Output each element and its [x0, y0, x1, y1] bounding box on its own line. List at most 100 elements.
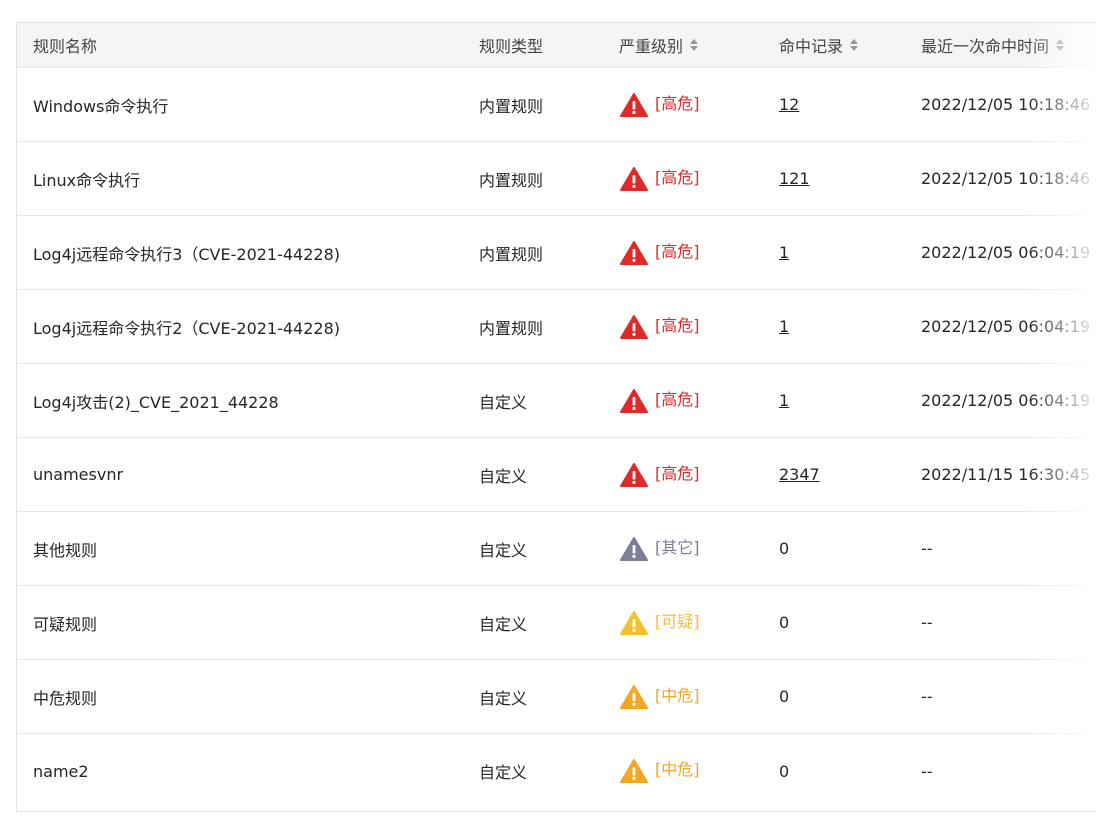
header-rule-type: 规则类型 [479, 23, 543, 67]
severity-label: [高危] [655, 93, 700, 113]
rule-name: 可疑规则 [33, 614, 98, 634]
rule-type: 内置规则 [479, 96, 544, 116]
rule-type-cell: 内置规则 [479, 290, 543, 363]
rule-type-cell: 内置规则 [479, 68, 543, 141]
table-row: Log4j攻击(2)_CVE_2021_44228 自定义 [高危] 1 2022/12… [17, 364, 1096, 438]
severity-cell: [高危] [619, 68, 700, 141]
severity-label: [高危] [655, 167, 700, 187]
header-last-hit[interactable]: 最近一次命中时间 [921, 23, 1065, 67]
last-hit-time: 2022/12/05 06:04:19 [921, 243, 1091, 262]
severity-cell: [高危] [619, 142, 700, 215]
last-hit-cell: -- [921, 734, 933, 808]
last-hit-time: 2022/12/05 06:04:19 [921, 317, 1091, 336]
warning-triangle-icon [619, 684, 649, 710]
severity-label: [中危] [655, 760, 700, 779]
rule-type: 内置规则 [479, 170, 544, 190]
hits-cell: 1 [779, 290, 789, 363]
header-rule-type-label: 规则类型 [479, 37, 544, 56]
rule-name: Log4j远程命令执行2（CVE-2021-44228) [33, 318, 341, 338]
rule-name: Log4j远程命令执行3（CVE-2021-44228) [33, 244, 341, 264]
rule-name-cell: Windows命令执行 [33, 68, 168, 141]
severity-label: [中危] [655, 685, 700, 705]
last-hit-time: 2022/12/05 10:18:46 [921, 95, 1091, 114]
rule-type-cell: 内置规则 [479, 216, 543, 289]
table-row: 其他规则 自定义 [其它] 0 -- [17, 512, 1096, 586]
rule-name-cell: name2 [33, 734, 89, 808]
hits-link[interactable]: 1 [779, 391, 789, 410]
sort-icon[interactable] [1056, 39, 1065, 51]
hits-count: 0 [779, 613, 790, 632]
rule-name: 其他规则 [33, 540, 98, 560]
rule-type: 自定义 [479, 540, 528, 560]
hits-link[interactable]: 1 [779, 243, 789, 262]
last-hit-cell: 2022/11/15 16:30:45 [921, 438, 1090, 511]
warning-triangle-icon [619, 92, 649, 118]
warning-triangle-icon [619, 240, 649, 266]
warning-triangle-icon [619, 758, 649, 784]
sort-icon[interactable] [690, 39, 699, 51]
warning-triangle-icon [619, 610, 649, 636]
last-hit-time: -- [921, 539, 933, 558]
sort-icon[interactable] [850, 39, 859, 51]
severity-cell: [高危] [619, 216, 700, 289]
rule-type-cell: 自定义 [479, 364, 527, 437]
header-severity[interactable]: 严重级别 [619, 23, 699, 67]
hits-cell: 0 [779, 734, 789, 808]
severity-cell: [高危] [619, 290, 700, 363]
hits-cell: 2347 [779, 438, 820, 511]
rule-type-cell: 自定义 [479, 438, 527, 511]
rule-type: 内置规则 [479, 244, 544, 264]
last-hit-cell: 2022/12/05 10:18:46 [921, 68, 1090, 141]
rule-name-cell: unamesvnr [33, 438, 123, 511]
last-hit-cell: -- [921, 660, 933, 733]
rule-name-cell: 中危规则 [33, 660, 97, 733]
hits-link[interactable]: 12 [779, 95, 799, 114]
table-row: Linux命令执行 内置规则 [高危] 121 2022/12/05 10:18:46 [17, 142, 1096, 216]
rule-type: 自定义 [479, 392, 528, 412]
hits-count: 0 [779, 539, 790, 558]
header-hits-label: 命中记录 [779, 37, 844, 56]
hits-cell: 0 [779, 660, 789, 733]
rule-type-cell: 自定义 [479, 734, 527, 808]
hits-cell: 1 [779, 364, 789, 437]
severity-label: [其它] [655, 537, 700, 557]
table-row: unamesvnr 自定义 [高危] 2347 2022/11/15 16:30:45 [17, 438, 1096, 512]
last-hit-time: 2022/12/05 10:18:46 [921, 169, 1091, 188]
hits-cell: 0 [779, 512, 789, 585]
rule-type: 自定义 [479, 688, 528, 708]
last-hit-time: -- [921, 687, 933, 706]
severity-cell: [中危] [619, 734, 700, 808]
rule-name-cell: 可疑规则 [33, 586, 97, 659]
header-rule-name-label: 规则名称 [33, 37, 98, 56]
header-hits[interactable]: 命中记录 [779, 23, 859, 67]
warning-triangle-icon [619, 314, 649, 340]
rule-name-cell: Log4j远程命令执行2（CVE-2021-44228) [33, 290, 340, 363]
hits-count: 0 [779, 761, 790, 781]
rule-name-cell: 其他规则 [33, 512, 97, 585]
rule-type: 自定义 [479, 466, 528, 486]
hits-link[interactable]: 121 [779, 169, 810, 188]
hits-cell: 12 [779, 68, 799, 141]
last-hit-time: -- [921, 761, 933, 781]
severity-cell: [高危] [619, 438, 700, 511]
rule-name: name2 [33, 761, 89, 781]
rule-name-cell: Linux命令执行 [33, 142, 140, 215]
table-row: 中危规则 自定义 [中危] 0 -- [17, 660, 1096, 734]
header-severity-label: 严重级别 [619, 37, 684, 56]
warning-triangle-icon [619, 462, 649, 488]
table-header: 规则名称 规则类型 严重级别 命中记录 最近一次命中时间 [17, 23, 1096, 68]
header-rule-name: 规则名称 [33, 23, 97, 67]
severity-cell: [可疑] [619, 586, 700, 659]
last-hit-time: 2022/12/05 06:04:19 [921, 391, 1091, 410]
severity-label: [可疑] [655, 611, 700, 631]
severity-cell: [高危] [619, 364, 700, 437]
rule-name: Windows命令执行 [33, 96, 169, 116]
hits-link[interactable]: 1 [779, 317, 789, 336]
hits-link[interactable]: 2347 [779, 465, 820, 484]
rule-name: Linux命令执行 [33, 170, 141, 190]
table-row: Log4j远程命令执行3（CVE-2021-44228) 内置规则 [高危] 1 202… [17, 216, 1096, 290]
rule-name: Log4j攻击(2)_CVE_2021_44228 [33, 392, 279, 412]
rule-type-cell: 自定义 [479, 660, 527, 733]
warning-triangle-icon [619, 166, 649, 192]
rule-name: 中危规则 [33, 688, 98, 708]
